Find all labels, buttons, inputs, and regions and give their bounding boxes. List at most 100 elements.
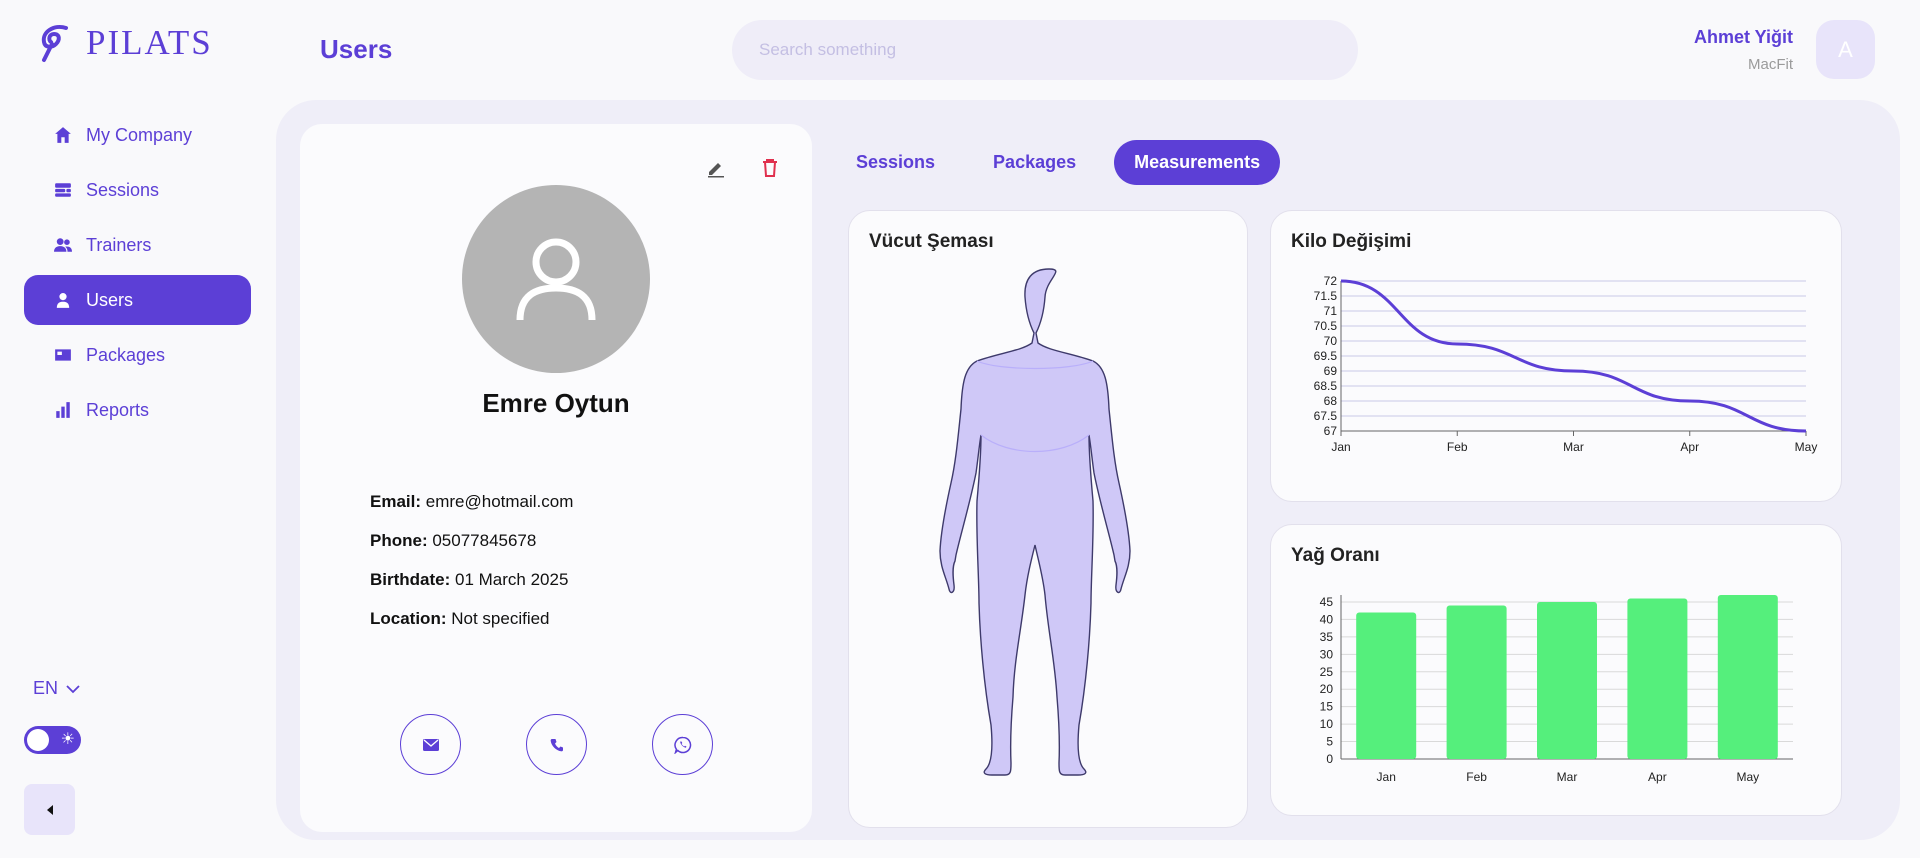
- bar: [1717, 595, 1778, 759]
- phone-label: Phone:: [370, 531, 428, 550]
- y-tick-label: 35: [1320, 630, 1334, 644]
- x-tick-label: May: [1795, 440, 1818, 454]
- x-tick-label: Mar: [1557, 770, 1578, 784]
- tab-measurements[interactable]: Measurements: [1114, 140, 1281, 185]
- y-tick-label: 71.5: [1314, 289, 1338, 303]
- delete-button[interactable]: [756, 154, 784, 182]
- collapse-sidebar-button[interactable]: [24, 784, 75, 835]
- y-tick-label: 70: [1324, 334, 1338, 348]
- home-icon: [55, 127, 71, 143]
- location-value: Not specified: [451, 609, 550, 628]
- packages-icon: [55, 349, 71, 361]
- sidebar-item-packages[interactable]: Packages: [24, 330, 251, 380]
- pencil-icon: [708, 163, 724, 178]
- y-tick-label: 30: [1320, 647, 1334, 661]
- location-label: Location:: [370, 609, 447, 628]
- profile-avatar: [462, 185, 650, 373]
- profile-tabs: Sessions Packages Measurements: [836, 140, 1281, 185]
- email-row: Email: emre@hotmail.com: [370, 492, 573, 531]
- bar: [1446, 605, 1507, 759]
- y-tick-label: 40: [1320, 612, 1334, 626]
- y-tick-label: 10: [1320, 717, 1334, 731]
- caret-left-icon: [46, 804, 53, 815]
- email-value: emre@hotmail.com: [425, 492, 574, 511]
- birthdate-label: Birthdate:: [370, 570, 451, 589]
- sidebar-item-label: My Company: [86, 124, 193, 145]
- sidebar-item-label: Users: [86, 289, 134, 310]
- x-tick-label: Jan: [1331, 440, 1350, 454]
- location-row: Location: Not specified: [370, 609, 573, 648]
- call-button[interactable]: [526, 714, 587, 775]
- birthdate-row: Birthdate: 01 March 2025: [370, 570, 573, 609]
- y-tick-label: 72: [1324, 274, 1338, 288]
- profile-name: Emre Oytun: [482, 388, 630, 418]
- search-input[interactable]: [732, 20, 1358, 80]
- user-icon: [56, 293, 70, 308]
- user-info[interactable]: Ahmet Yiğit MacFit: [1694, 27, 1793, 73]
- app-name: PILATS: [86, 23, 213, 62]
- pilats-logo-icon: [41, 25, 68, 62]
- y-tick-label: 0: [1326, 752, 1333, 766]
- fat-bar-chart: 45 40 35 30 25 20 15 10 5 0 Jan Feb Mar Apr May: [1320, 595, 1793, 784]
- y-tick-label: 71: [1324, 304, 1338, 318]
- edit-button[interactable]: [702, 154, 730, 182]
- profile-card: Emre Oytun Email: emre@hotmail.com Phone…: [300, 124, 812, 832]
- body-silhouette[interactable]: [939, 268, 1131, 776]
- tab-sessions[interactable]: Sessions: [836, 140, 955, 185]
- x-tick-label: Apr: [1648, 770, 1667, 784]
- theme-toggle[interactable]: ☀: [24, 726, 81, 754]
- weight-line-chart: 7271.57170.57069.56968.56867.567 Jan Feb Ma…: [1314, 274, 1818, 454]
- trash-icon: [763, 159, 777, 177]
- envelope-icon: [422, 738, 439, 751]
- sidebar-item-trainers[interactable]: Trainers: [24, 220, 251, 270]
- sidebar-item-my-company[interactable]: My Company: [24, 110, 251, 160]
- sidebar-item-sessions[interactable]: Sessions: [24, 165, 251, 215]
- whatsapp-icon: [673, 736, 691, 754]
- language-select[interactable]: EN: [33, 678, 80, 699]
- sidebar-item-label: Sessions: [86, 179, 160, 200]
- y-tick-label: 5: [1326, 735, 1333, 749]
- x-tick-label: Feb: [1447, 440, 1468, 454]
- whatsapp-button[interactable]: [652, 714, 713, 775]
- sidebar-item-reports[interactable]: Reports: [24, 385, 251, 435]
- language-value: EN: [33, 678, 59, 698]
- sidebar-item-users[interactable]: Users: [24, 275, 251, 325]
- x-tick-label: Jan: [1377, 770, 1396, 784]
- y-tick-label: 68: [1324, 394, 1338, 408]
- birthdate-value: 01 March 2025: [455, 570, 569, 589]
- avatar[interactable]: A: [1816, 20, 1875, 79]
- bar: [1537, 601, 1597, 759]
- x-tick-label: Mar: [1563, 440, 1584, 454]
- sidebar-item-label: Packages: [86, 344, 166, 365]
- weight-chart-card: Kilo Değişimi 72 71.5 71 70.5 70 69.5 69 68.5 68…: [1270, 210, 1842, 502]
- x-tick-label: Feb: [1466, 770, 1487, 784]
- page-title: Users: [320, 34, 393, 64]
- toggle-knob: [27, 729, 49, 751]
- user-name: Ahmet Yiğit: [1693, 27, 1793, 47]
- y-tick-label: 67.5: [1314, 409, 1338, 423]
- phone-row: Phone: 05077845678: [370, 531, 573, 570]
- y-tick-label: 45: [1320, 595, 1334, 609]
- y-tick-label: 25: [1320, 665, 1334, 679]
- y-tick-label: 67: [1324, 424, 1338, 438]
- tab-packages[interactable]: Packages: [973, 140, 1096, 185]
- phone-icon: [550, 738, 563, 751]
- reports-icon: [56, 402, 70, 418]
- chevron-down-icon: [66, 684, 80, 693]
- y-tick-label: 69.5: [1314, 349, 1338, 363]
- sun-icon: ☀: [60, 731, 75, 748]
- y-tick-label: 70.5: [1314, 319, 1338, 333]
- y-tick-label: 68.5: [1314, 379, 1338, 393]
- x-tick-label: Apr: [1680, 440, 1699, 454]
- phone-value: 05077845678: [432, 531, 537, 550]
- body-chart-card: Vücut Şeması: [848, 210, 1248, 828]
- email-button[interactable]: [400, 714, 461, 775]
- x-tick-label: May: [1736, 770, 1759, 784]
- y-tick-label: 69: [1324, 364, 1338, 378]
- y-tick-label: 20: [1320, 682, 1334, 696]
- bar: [1356, 612, 1417, 759]
- sidebar-item-label: Reports: [86, 399, 150, 420]
- trainers-icon: [54, 238, 72, 252]
- app-logo[interactable]: PILATS: [36, 22, 213, 64]
- profile-details: Email: emre@hotmail.com Phone: 050778456…: [370, 492, 573, 648]
